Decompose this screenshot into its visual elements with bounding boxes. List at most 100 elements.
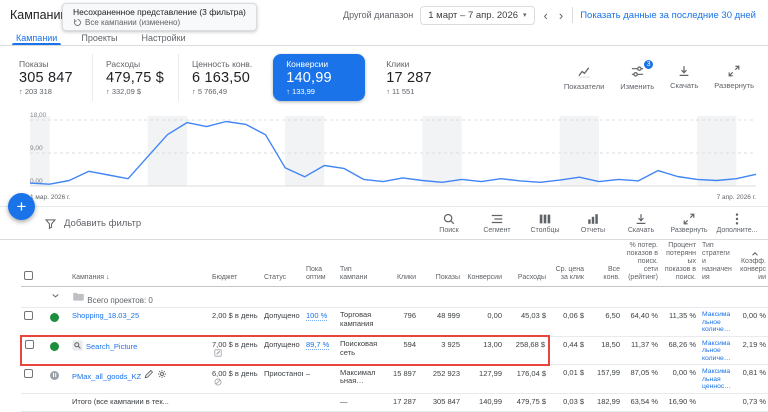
scorecard-impressions[interactable]: Показы 305 847 ↑ 203 318 xyxy=(6,54,92,101)
status-enabled-icon[interactable] xyxy=(50,313,59,322)
table-row-pmax: PMax_all_goods_KZ 6,00 $ в день Приостан… xyxy=(21,364,768,394)
table-header-row: Кампания ↓ Бюджет Статус Пока оптим Тип камп… xyxy=(21,240,768,287)
toolbar-segment-button[interactable]: Сегмент xyxy=(474,212,520,234)
col-header-bid-strategy[interactable]: Тип стратегии назначения ставок xyxy=(699,240,735,287)
toolbar-expand-button[interactable]: Развернуть xyxy=(666,212,712,234)
blocked-icon xyxy=(214,378,222,386)
cell-opt-score: 89,7 % xyxy=(303,335,337,366)
campaign-link[interactable]: PMax_all_goods_KZ xyxy=(72,372,141,381)
cell-conv-rate: 0,73 % xyxy=(735,393,768,412)
bid-strategy-link[interactable]: Максимальное количество кликов xyxy=(702,311,732,334)
cell-conversions: 13,00 xyxy=(463,335,505,366)
select-all-checkbox[interactable] xyxy=(24,271,33,280)
opt-score-link[interactable]: 89,7 % xyxy=(306,340,330,350)
scorecard-clicks[interactable]: Клики 17 287 ↑ 11 551 xyxy=(373,54,459,101)
row-checkbox[interactable] xyxy=(24,368,33,378)
bid-strategy-link[interactable]: Максимальная ценность конверсий xyxy=(702,368,732,391)
col-header-avg-cpc[interactable]: Ср. цена за клик xyxy=(549,240,587,287)
tab-label: Проекты xyxy=(81,32,118,43)
expand-button[interactable]: Развернуть xyxy=(714,64,754,91)
action-label: Показатели xyxy=(563,81,605,91)
col-header-lost-is-rank[interactable]: % потер. показов в поиск. сети (рейтинг) xyxy=(623,240,661,287)
cell-lost-is-rank: 11,37 % xyxy=(623,335,661,365)
cell-all-conv: 157,99 xyxy=(587,364,623,394)
toolbar-download-button[interactable]: Скачать xyxy=(618,212,664,234)
status-paused-icon[interactable] xyxy=(50,370,59,380)
col-header-cost[interactable]: Расходы xyxy=(505,240,549,287)
campaign-link[interactable]: Search_Picture xyxy=(86,342,137,351)
col-header-lost-is-budget[interactable]: Процент потерянных показов в поиск. сети… xyxy=(661,240,699,287)
download-button[interactable]: Скачать xyxy=(670,64,698,91)
col-header-conversions[interactable]: Конверсии xyxy=(463,240,505,287)
settings-gear-icon[interactable] xyxy=(157,369,167,381)
group-row-label-cell: Всего проектов: 0 xyxy=(69,286,768,308)
tab-projects[interactable]: Проекты xyxy=(69,30,129,45)
date-range-select[interactable]: 1 март – 7 апр. 2026 ▾ xyxy=(420,5,535,25)
svg-text:1 мар. 2026 г.: 1 мар. 2026 г. xyxy=(30,194,71,201)
collapse-table-icon[interactable] xyxy=(750,246,760,264)
add-filter-button[interactable]: Добавить фильтр xyxy=(44,217,141,230)
cell-lost-is-budget: 16,90 % xyxy=(661,393,699,412)
cell-opt-score: – xyxy=(303,364,337,394)
cell-budget: 2,00 $ в день xyxy=(209,307,261,337)
col-header-clicks[interactable]: Клики xyxy=(381,240,419,287)
scorecard-conv-value[interactable]: Ценность конв. 6 163,50 ↑ 5 766,49 xyxy=(178,53,265,101)
cell-bid-strategy: Максимальное количество кликов xyxy=(699,307,735,337)
campaign-link[interactable]: Shopping_18.03_25 xyxy=(72,311,139,320)
scorecard-value: 305 847 xyxy=(19,69,73,86)
col-header-campaign-type[interactable]: Тип кампани xyxy=(337,240,381,287)
metrics-button[interactable]: Показатели xyxy=(564,64,604,91)
add-campaign-fab[interactable]: + xyxy=(8,193,35,220)
tab-campaigns[interactable]: Кампании xyxy=(4,30,69,45)
toolbar-action-label: Поиск xyxy=(439,227,459,234)
scorecard-conversions[interactable]: Конверсии 140,99 ↑ 133,99 xyxy=(273,53,366,101)
status-enabled-icon[interactable] xyxy=(50,342,59,351)
row-checkbox[interactable] xyxy=(24,311,33,320)
scorecard-delta: ↑ 5 766,49 xyxy=(192,86,228,96)
cell-conversions: 0,00 xyxy=(463,307,505,337)
scorecard-cost[interactable]: Расходы 479,75 $ ↑ 332,09 $ xyxy=(92,53,178,101)
bid-strategy-link[interactable]: Максимальное количество кликов xyxy=(702,340,732,363)
edit-button[interactable]: Изменить 3 xyxy=(620,58,655,91)
conversions-chart: 18,00 9,00 0,00 1 мар. 2026 г. 7 апр. 2026 г… xyxy=(0,108,768,206)
tab-settings[interactable]: Настройки xyxy=(129,30,197,45)
cell-bid-strategy: Максимальное количество кликов xyxy=(699,335,735,365)
cell-budget: 6,00 $ в день xyxy=(209,364,261,394)
toolbar-reports-button[interactable]: Отчеты xyxy=(570,212,616,234)
search-icon xyxy=(442,212,456,226)
cell-conv-rate: 0,00 % xyxy=(735,307,768,337)
scorecard-label: Конверсии xyxy=(286,58,329,69)
cell-bid-strategy: Максимальная ценность конверсий xyxy=(699,364,735,394)
col-header-impressions[interactable]: Показы xyxy=(419,240,463,287)
col-header-status[interactable]: Статус xyxy=(261,240,303,287)
toolbar-more-button[interactable]: Дополните... xyxy=(714,212,760,234)
cell-all-conv: 6,50 xyxy=(587,307,623,337)
cell-cost: 479,75 $ xyxy=(505,393,549,412)
row-checkbox[interactable] xyxy=(25,340,34,349)
edit-pencil-icon[interactable] xyxy=(144,369,154,381)
select-all-cell xyxy=(21,240,47,287)
opt-score-link[interactable]: 100 % xyxy=(306,311,328,321)
scorecard-delta: ↑ 11 551 xyxy=(386,86,415,96)
campaign-table-body: Всего проектов: 0 Shopping_18.03_25 2,00… xyxy=(20,286,768,412)
col-header-campaign[interactable]: Кампания ↓ xyxy=(69,240,209,287)
cell-all-conv: 18,50 xyxy=(587,335,623,365)
prev-range-button[interactable]: ‹ xyxy=(542,9,550,22)
col-header-opt-score[interactable]: Пока оптим xyxy=(303,240,337,287)
cell-lost-is-rank: 63,54 % xyxy=(623,393,661,412)
group-row-projects[interactable]: Всего проектов: 0 xyxy=(21,286,768,308)
toolbar-search-button[interactable]: Поиск xyxy=(426,212,472,234)
cell-clicks: 594 xyxy=(381,335,419,366)
next-range-button[interactable]: › xyxy=(557,9,565,22)
unsaved-view-chip[interactable]: Несохраненное представление (3 фильтра) … xyxy=(62,3,257,31)
col-header-all-conv[interactable]: Все конв. xyxy=(587,240,623,287)
show-last-30-days-link[interactable]: Показать данные за последние 30 дней xyxy=(580,10,756,21)
reports-icon xyxy=(586,212,600,226)
edit-count-badge: 3 xyxy=(643,58,655,70)
toolbar-action-label: Столбцы xyxy=(530,227,560,234)
cell-conv-rate: 0,81 % xyxy=(735,364,768,394)
status-column-header xyxy=(47,240,69,287)
col-header-budget[interactable]: Бюджет xyxy=(209,240,261,287)
toolbar-columns-button[interactable]: Столбцы xyxy=(522,212,568,234)
scorecard-label: Клики xyxy=(386,58,410,69)
